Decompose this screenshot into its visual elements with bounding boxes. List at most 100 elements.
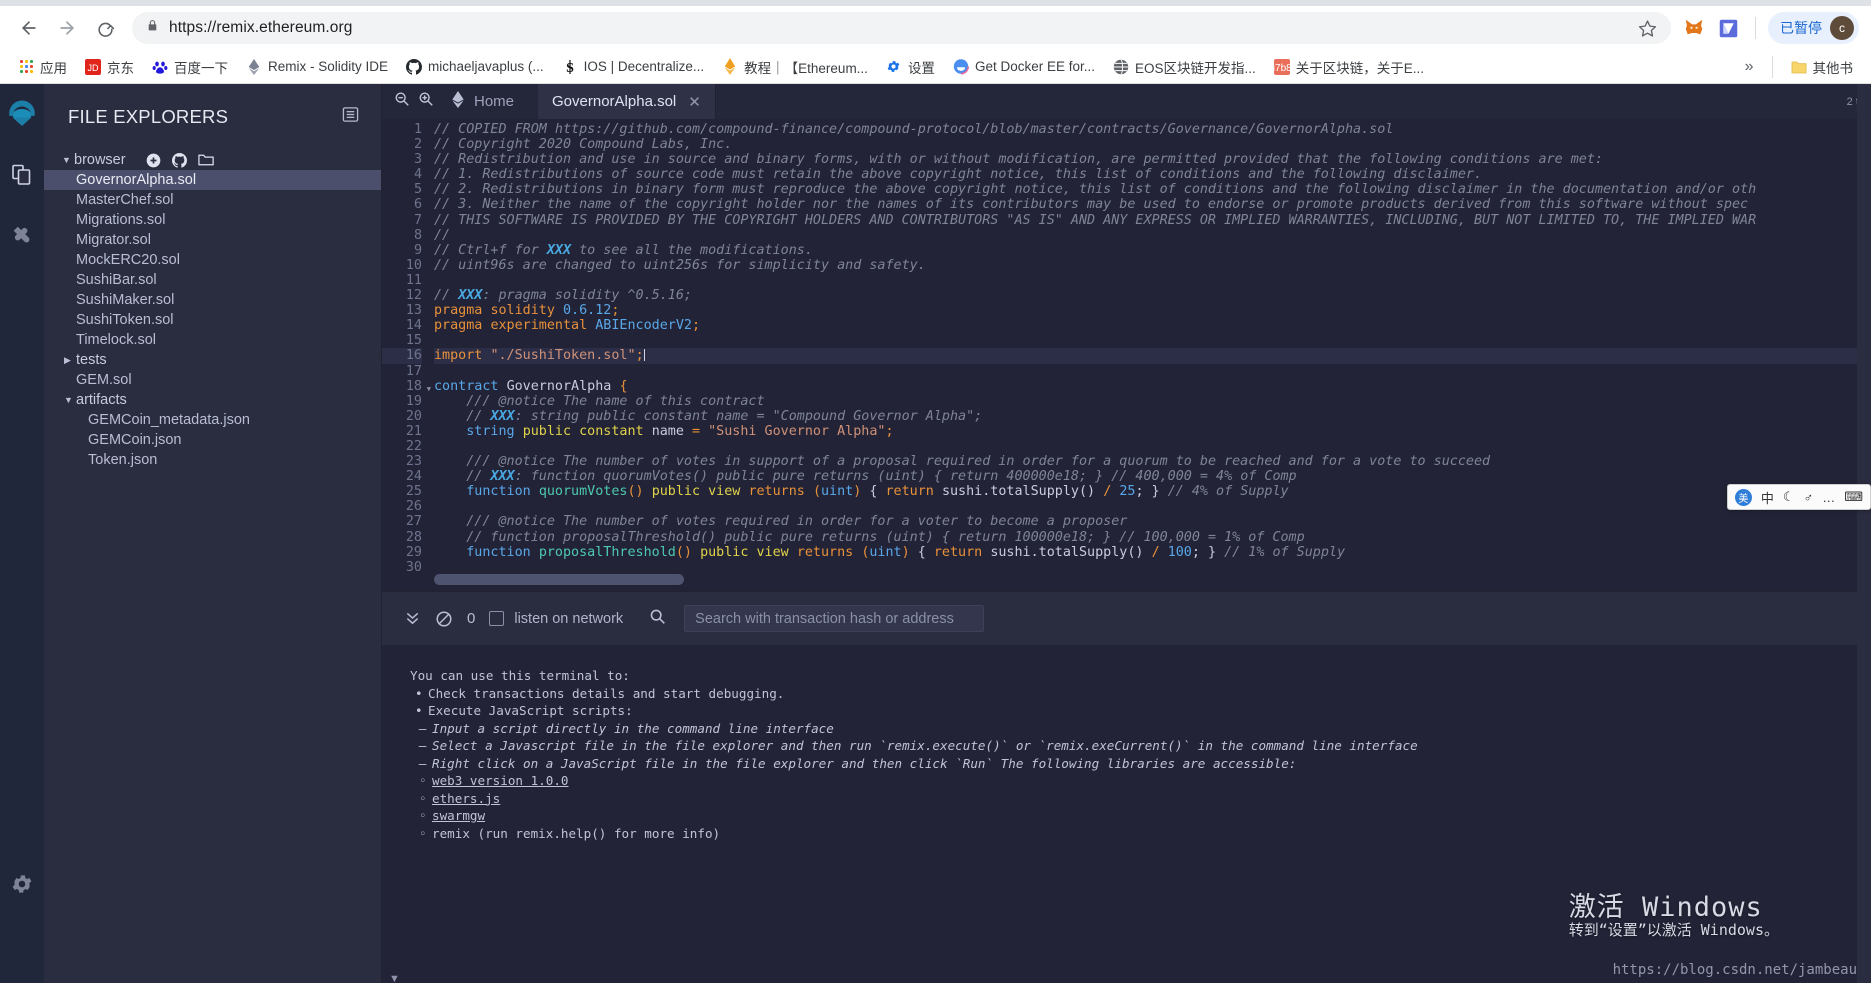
code-line[interactable]: // Redistribution and use in source and … <box>434 152 1871 167</box>
search-icon[interactable] <box>649 608 666 630</box>
code-line[interactable]: // THIS SOFTWARE IS PROVIDED BY THE COPY… <box>434 213 1871 228</box>
terminal-library[interactable]: swarmgw <box>419 807 1871 825</box>
ime-badge[interactable]: 美 <box>1734 488 1752 506</box>
file-tree-item[interactable]: Migrator.sol <box>44 230 381 250</box>
back-button[interactable] <box>12 11 46 45</box>
ime-floating-toolbar[interactable]: 美 中 ☾ ♂ … ⌨ <box>1726 484 1871 510</box>
code-line[interactable]: function proposalThreshold() public view… <box>434 545 1871 560</box>
bookmark-baidu[interactable]: 百度一下 <box>144 54 236 80</box>
file-tree-item[interactable]: MasterChef.sol <box>44 190 381 210</box>
chevron-down-icon[interactable] <box>62 155 74 165</box>
code-line[interactable] <box>434 499 1871 514</box>
code-line[interactable]: contract GovernorAlpha { <box>434 379 1871 394</box>
file-tree-item[interactable]: Timelock.sol <box>44 330 381 350</box>
bookmark-apps[interactable]: 应用 <box>10 54 75 80</box>
code-line[interactable]: /// @notice The number of votes in suppo… <box>434 454 1871 469</box>
ime-item[interactable]: ♂ <box>1803 490 1813 505</box>
ime-item[interactable]: … <box>1822 490 1835 505</box>
code-line[interactable]: pragma solidity 0.6.12; <box>434 303 1871 318</box>
metamask-fox-icon[interactable] <box>1679 13 1709 43</box>
ime-item[interactable]: ☾ <box>1783 489 1795 505</box>
minimize-panel-icon[interactable] <box>342 106 359 128</box>
chevron-down-icon[interactable] <box>64 395 76 405</box>
address-bar[interactable]: https://remix.ethereum.org <box>132 12 1671 44</box>
file-tree-item[interactable]: artifacts <box>44 390 381 410</box>
code-line[interactable]: // 2. Redistributions in binary form mus… <box>434 182 1871 197</box>
file-tree-item[interactable]: Token.json <box>44 450 381 470</box>
tab-home[interactable]: Home <box>444 84 538 119</box>
chevron-right-icon[interactable] <box>64 355 76 366</box>
file-tree-item[interactable]: GovernorAlpha.sol <box>44 170 381 190</box>
code-line[interactable] <box>434 273 1871 288</box>
code-line[interactable]: // XXX: pragma solidity ^0.5.16; <box>434 288 1871 303</box>
code-line[interactable]: // XXX: string public constant name = "C… <box>434 409 1871 424</box>
bookmarks-overflow-button[interactable]: » <box>1737 58 1762 76</box>
listen-on-network-group[interactable]: listen on network <box>489 611 623 627</box>
profile-status-pill[interactable]: 已暂停 c <box>1768 12 1859 44</box>
file-tree-item[interactable]: SushiToken.sol <box>44 310 381 330</box>
file-tree-item[interactable]: MockERC20.sol <box>44 250 381 270</box>
code-line[interactable] <box>434 364 1871 379</box>
code-line[interactable]: /// @notice The name of this contract <box>434 394 1871 409</box>
tab-strip[interactable] <box>0 0 1871 6</box>
bookmark-ethereum-tutorial[interactable]: 教程｜【Ethereum... <box>714 54 876 80</box>
code-line[interactable]: // 3. Neither the name of the copyright … <box>434 197 1871 212</box>
code-line[interactable]: import "./SushiToken.sol"; <box>434 348 1871 364</box>
clear-console-icon[interactable] <box>435 610 453 628</box>
reload-button[interactable] <box>88 11 122 45</box>
listen-on-network-checkbox[interactable] <box>489 611 505 626</box>
terminal-library[interactable]: ethers.js <box>419 790 1871 808</box>
ime-item[interactable]: 中 <box>1761 488 1774 507</box>
code-line[interactable] <box>434 560 1871 575</box>
code-line[interactable]: // <box>434 228 1871 243</box>
bookmark-remix[interactable]: Remix - Solidity IDE <box>238 56 396 78</box>
file-tree-item[interactable]: GEMCoin.json <box>44 430 381 450</box>
editor-horizontal-scrollbar[interactable] <box>434 574 684 585</box>
file-tree-item[interactable]: SushiMaker.sol <box>44 290 381 310</box>
code-line[interactable]: /// @notice The number of votes required… <box>434 514 1871 529</box>
terminal-resize-arrow-icon[interactable]: ▼ <box>389 973 400 983</box>
transaction-search-input[interactable]: Search with transaction hash or address <box>684 605 985 632</box>
file-tree-item[interactable]: Migrations.sol <box>44 210 381 230</box>
code-line[interactable]: string public constant name = "Sushi Gov… <box>434 424 1871 439</box>
bookmark-jd[interactable]: JD 京东 <box>77 54 142 80</box>
bookmark-star-icon[interactable] <box>1638 19 1657 38</box>
terminal-library[interactable]: web3 version 1.0.0 <box>419 772 1871 790</box>
code-line[interactable]: // XXX: function quorumVotes() public pu… <box>434 469 1871 484</box>
bookmark-github[interactable]: michaeljavaplus (... <box>398 56 552 78</box>
zoom-out-icon[interactable] <box>394 91 410 112</box>
code-line[interactable]: function quorumVotes() public view retur… <box>434 484 1871 499</box>
code-line[interactable]: pragma experimental ABIEncoderV2; <box>434 318 1871 333</box>
bookmark-docker[interactable]: Get Docker EE for... <box>945 56 1103 78</box>
zoom-in-icon[interactable] <box>418 91 434 112</box>
code-line[interactable]: // function proposalThreshold() public p… <box>434 530 1871 545</box>
create-new-file-icon[interactable] <box>146 153 161 168</box>
double-chevron-down-icon[interactable] <box>404 610 421 627</box>
terminal-output[interactable]: You can use this terminal to: Check tran… <box>382 645 1871 983</box>
code-editor[interactable]: 1 2 3 4 5 6 7 8 9 10 11 12 13 14 15 16 17 18 ▼ 19 20 21 22 23 24… <box>382 119 1871 591</box>
plugin-manager-icon[interactable] <box>5 218 39 252</box>
close-tab-icon[interactable]: ✕ <box>688 93 701 111</box>
code-lines[interactable]: // COPIED FROM https://github.com/compou… <box>430 122 1871 575</box>
code-line[interactable]: // 1. Redistributions of source code mus… <box>434 167 1871 182</box>
tree-root-browser[interactable]: browser <box>44 150 381 170</box>
file-tree-item[interactable]: tests <box>44 350 381 370</box>
ime-item[interactable]: ⌨ <box>1844 489 1863 505</box>
app-right-scrollbar[interactable] <box>1857 84 1871 983</box>
code-line[interactable]: // Copyright 2020 Compound Labs, Inc. <box>434 137 1871 152</box>
bookmark-jianshu[interactable]: \u7b80 关于区块链，关于E... <box>1266 54 1432 80</box>
file-tree-item[interactable]: GEMCoin_metadata.json <box>44 410 381 430</box>
open-folder-icon[interactable] <box>197 153 215 167</box>
file-tree-item[interactable]: GEM.sol <box>44 370 381 390</box>
code-line[interactable] <box>434 439 1871 454</box>
avatar[interactable]: c <box>1830 16 1854 40</box>
code-line[interactable]: // COPIED FROM https://github.com/compou… <box>434 122 1871 137</box>
remix-home-logo[interactable] <box>5 98 39 132</box>
github-clone-icon[interactable] <box>171 152 187 168</box>
forward-button[interactable] <box>50 11 84 45</box>
tab-governoralpha[interactable]: GovernorAlpha.sol ✕ <box>538 84 716 119</box>
blue-kite-icon[interactable] <box>1713 13 1743 43</box>
bookmark-ios-decentralize[interactable]: S IOS | Decentralize... <box>554 56 713 78</box>
code-line[interactable]: // uint96s are changed to uint256s for s… <box>434 258 1871 273</box>
file-explorers-icon[interactable] <box>5 158 39 192</box>
